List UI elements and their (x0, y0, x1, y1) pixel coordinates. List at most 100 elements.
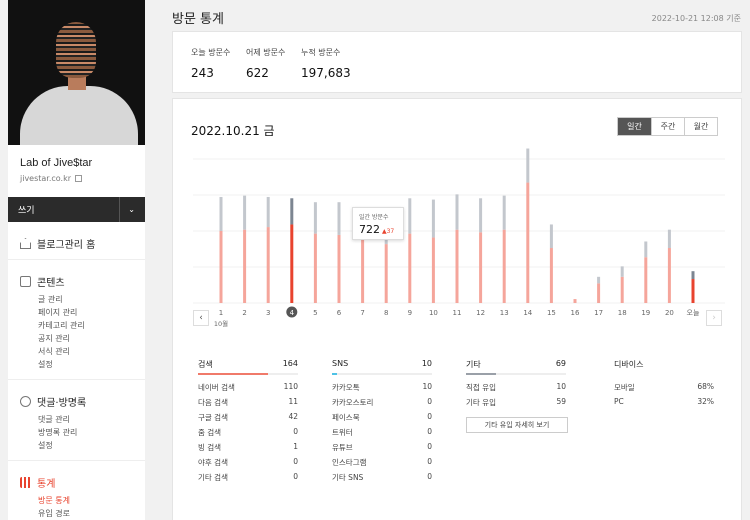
referral-row: 직접 유입 10 (466, 382, 566, 397)
chart-bar-top[interactable] (408, 198, 412, 234)
referral-row-label: 트위터 (332, 428, 353, 437)
blog-url-text[interactable]: jivestar.co.kr (20, 174, 71, 183)
chart-bar[interactable] (479, 232, 483, 303)
chart-bar[interactable] (620, 276, 624, 303)
chart-bar[interactable] (290, 224, 294, 303)
referral-search-bar-fill (198, 373, 268, 375)
tab-daily[interactable]: 일간 (618, 118, 651, 135)
referral-row-label: 모바일 (614, 383, 635, 392)
nav-home-label[interactable]: 블로그관리 홈 (37, 236, 95, 251)
referral-sns-column: SNS 10 카카오톡 10 카카오스토리 0 페이스북 0 트위터 0 유튜브 0 인스… (332, 359, 432, 487)
nav-home[interactable]: 블로그관리 홈 (20, 236, 145, 251)
chart-bar[interactable] (408, 233, 412, 303)
nav-item-page-manage[interactable]: 페이지 관리 (38, 306, 145, 319)
nav-item-comment-settings[interactable]: 설정 (38, 439, 145, 452)
referral-row: 구글 검색 42 (198, 412, 298, 427)
chart-bar-top[interactable] (667, 229, 671, 249)
chart-bar-top[interactable] (526, 148, 530, 183)
chart-tooltip: 일간 방문수 722 ▲37 (352, 207, 404, 240)
chart-x-label: 8 (384, 309, 388, 317)
chart-bar[interactable] (526, 182, 530, 303)
chevron-left-icon[interactable]: ‹ (193, 310, 209, 326)
write-button[interactable]: 쓰기 ⌄ (8, 197, 145, 222)
nav-stats-title[interactable]: 통계 (20, 475, 145, 490)
chart-bar[interactable] (549, 248, 553, 303)
nav-item-template-manage[interactable]: 서식 관리 (38, 345, 145, 358)
chevron-right-icon[interactable]: › (706, 310, 722, 326)
chevron-down-icon[interactable]: ⌄ (119, 197, 135, 222)
daily-visits-chart: 1 2 3 4 5 6 7 8 9 10 11 12 13 14 15 16 17 18 19 20 오늘10월 (193, 148, 725, 328)
profile-image[interactable] (8, 0, 145, 145)
chart-bar[interactable] (243, 229, 247, 303)
chart-bar-top[interactable] (219, 196, 223, 231)
write-button-label[interactable]: 쓰기 (18, 203, 35, 216)
referral-row: 기타 검색 0 (198, 472, 298, 487)
referral-row: 트위터 0 (332, 427, 432, 442)
referral-row-value: 0 (427, 472, 432, 481)
referral-sns-title: SNS (332, 359, 349, 368)
nav-item-post-manage[interactable]: 글 관리 (38, 293, 145, 306)
referral-row-label: 기타 검색 (198, 473, 228, 482)
chart-bar-top[interactable] (337, 202, 341, 235)
chart-bar-top[interactable] (455, 194, 459, 230)
nav-stats-label[interactable]: 통계 (37, 475, 55, 490)
chart-bar[interactable] (502, 229, 506, 303)
profile-figure-body (20, 86, 138, 145)
chart-bar[interactable] (337, 234, 341, 303)
tab-monthly[interactable]: 월간 (684, 118, 717, 135)
chart-bar-top[interactable] (290, 198, 294, 225)
nav-item-comment-manage[interactable]: 댓글 관리 (38, 413, 145, 426)
chart-bar-top[interactable] (266, 196, 270, 228)
chart-x-label: 13 (500, 309, 509, 317)
chart-bar-top[interactable] (502, 195, 506, 230)
chart-bar[interactable] (266, 227, 270, 303)
chart-bar-top[interactable] (431, 199, 435, 238)
referral-etc-header: 기타 69 (466, 359, 566, 373)
blog-url-link[interactable]: jivestar.co.kr (20, 174, 145, 183)
chart-bar-top[interactable] (313, 202, 317, 234)
nav-stats-section: 통계 방문 통계 유입 경로 (20, 475, 145, 520)
chart-bar[interactable] (691, 279, 695, 303)
tab-weekly[interactable]: 주간 (651, 118, 684, 135)
chart-bar[interactable] (361, 237, 365, 303)
chart-bar[interactable] (644, 257, 648, 303)
chart-bar[interactable] (455, 229, 459, 303)
profile-figure-head (56, 22, 96, 78)
etc-referral-detail-button[interactable]: 기타 유입 자세히 보기 (466, 417, 568, 433)
chart-bar-top[interactable] (597, 276, 601, 284)
nav-content-label[interactable]: 콘텐츠 (37, 274, 65, 289)
blog-name[interactable]: Lab of Jive$tar (20, 157, 145, 169)
home-icon (20, 238, 31, 249)
chart-bar[interactable] (573, 299, 577, 303)
nav-item-referral-path[interactable]: 유입 경로 (38, 507, 145, 520)
stats-main-card: 2022.10.21 금 일간 주간 월간 1 2 3 4 5 6 7 8 9 10 11 12 13 1… (172, 98, 742, 520)
chart-bar-top[interactable] (691, 271, 695, 280)
nav-item-notice-manage[interactable]: 공지 관리 (38, 332, 145, 345)
selected-date-title: 2022.10.21 금 (191, 124, 275, 138)
nav-item-guestbook-manage[interactable]: 방명록 관리 (38, 426, 145, 439)
chart-bar[interactable] (597, 283, 601, 303)
nav-item-category-manage[interactable]: 카테고리 관리 (38, 319, 145, 332)
tooltip-value-row: 722 ▲37 (359, 223, 397, 236)
nav-item-visit-stats[interactable]: 방문 통계 (38, 494, 145, 507)
chart-bar-top[interactable] (620, 266, 624, 277)
nav-comments-label[interactable]: 댓글·방명록 (37, 394, 86, 409)
nav-comments-title[interactable]: 댓글·방명록 (20, 394, 145, 409)
chart-x-label: 3 (266, 309, 270, 317)
referral-row: 카카오스토리 0 (332, 397, 432, 412)
referral-device-title: 디바이스 (614, 360, 644, 369)
chart-bar-top[interactable] (479, 198, 483, 233)
referral-etc-column: 기타 69 직접 유입 10 기타 유입 59 기타 유입 자세히 보기 (466, 359, 568, 433)
chart-bar[interactable] (431, 237, 435, 303)
chart-bar-top[interactable] (549, 224, 553, 249)
chart-bar-top[interactable] (644, 241, 648, 258)
referral-device-header: 디바이스 (614, 359, 714, 373)
chart-bar-top[interactable] (243, 195, 247, 230)
nav-content-title[interactable]: 콘텐츠 (20, 274, 145, 289)
chart-bar[interactable] (667, 248, 671, 303)
chart-bar[interactable] (384, 244, 388, 303)
chart-bar[interactable] (313, 233, 317, 303)
nav-item-content-settings[interactable]: 설정 (38, 358, 145, 371)
chart-x-label: 4 (290, 309, 295, 317)
chart-bar[interactable] (219, 231, 223, 303)
